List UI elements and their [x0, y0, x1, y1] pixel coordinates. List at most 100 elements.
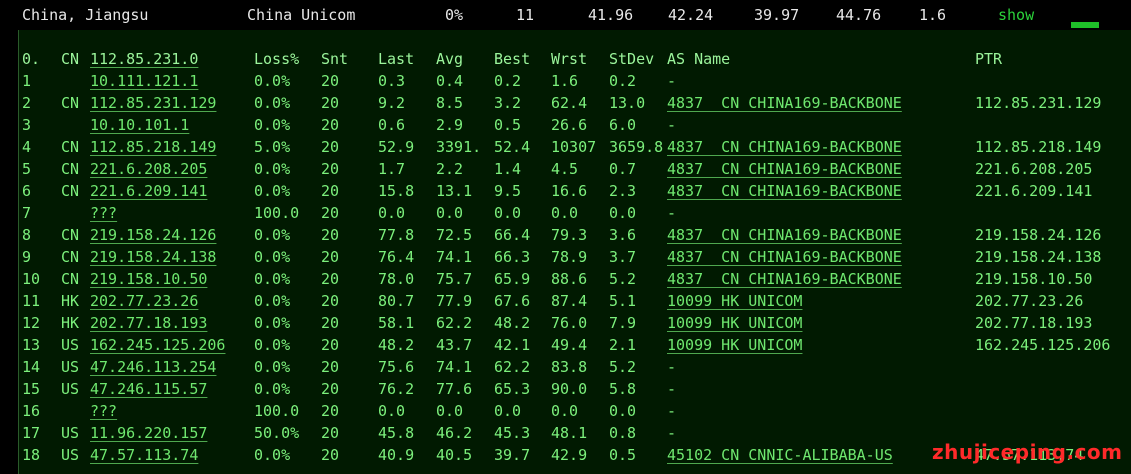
hop-as[interactable]: 4837 CN CHINA169-BACKBONE [667, 270, 902, 288]
hop-snt: 20 [321, 204, 340, 222]
hop-stdev: 5.2 [609, 270, 637, 288]
hop-host[interactable]: 221.6.209.141 [90, 182, 207, 200]
hop-best: 0.5 [494, 116, 522, 134]
hop-best: 39.7 [494, 446, 531, 464]
hop-host[interactable]: 112.85.218.149 [90, 138, 216, 156]
table-row: 12 HK 202.77.18.193 0.0% 20 58.1 62.2 48.2 76.0 7… [19, 312, 1131, 334]
hop-avg: 74.1 [436, 358, 473, 376]
hop-idx: 12 [22, 314, 41, 332]
hop-host[interactable]: 219.158.24.126 [90, 226, 216, 244]
hop-snt: 20 [321, 292, 340, 310]
hop-snt: 20 [321, 424, 340, 442]
hop-host[interactable]: 202.77.18.193 [90, 314, 207, 332]
hop-idx: 16 [22, 402, 41, 420]
hop-host[interactable]: 10.111.121.1 [90, 72, 198, 90]
hop-ptr: 162.245.125.206 [975, 336, 1111, 354]
hop-as[interactable]: 45102 CN CNNIC-ALIBABA-US [667, 446, 893, 464]
hop-loss: 0.0% [254, 226, 291, 244]
hop-avg: 0.0 [436, 402, 464, 420]
hop-as[interactable]: 4837 CN CHINA169-BACKBONE [667, 182, 902, 200]
hop-ptr: 202.77.18.193 [975, 314, 1093, 332]
hop-as[interactable]: 4837 CN CHINA169-BACKBONE [667, 226, 902, 244]
hop-wrst: 62.4 [551, 94, 588, 112]
hop-loss: 0.0% [254, 292, 291, 310]
header-ptr: PTR [975, 50, 1003, 68]
hop-ptr: 219.158.24.138 [975, 248, 1102, 266]
hop-host[interactable]: 202.77.23.26 [90, 292, 198, 310]
hop-loss: 0.0% [254, 182, 291, 200]
hop-loss: 0.0% [254, 270, 291, 288]
hop-as[interactable]: 4837 CN CHINA169-BACKBONE [667, 138, 902, 156]
hop-cc: CN [61, 160, 80, 178]
hop-wrst: 10307 [551, 138, 597, 156]
hop-wrst: 26.6 [551, 116, 588, 134]
hop-idx: 9 [22, 248, 32, 266]
hop-wrst: 49.4 [551, 336, 588, 354]
hop-avg: 3391. [436, 138, 482, 156]
hop-stdev: 5.1 [609, 292, 637, 310]
hop-host[interactable]: 11.96.220.157 [90, 424, 207, 442]
hop-as[interactable]: 10099 HK UNICOM [667, 292, 802, 310]
header-host[interactable]: 112.85.231.0 [90, 50, 198, 68]
hop-as[interactable]: 4837 CN CHINA169-BACKBONE [667, 248, 902, 266]
hop-stdev: 5.2 [609, 358, 637, 376]
hop-host[interactable]: 221.6.208.205 [90, 160, 207, 178]
hop-host[interactable]: 47.246.113.254 [90, 358, 216, 376]
hop-stdev: 2.3 [609, 182, 637, 200]
table-row: 13 US 162.245.125.206 0.0% 20 48.2 43.7 42.1 49.… [19, 334, 1131, 356]
header-snt: Snt [321, 50, 349, 68]
hop-as[interactable]: 4837 CN CHINA169-BACKBONE [667, 160, 902, 178]
hop-loss: 0.0% [254, 94, 291, 112]
table-row: 9 CN 219.158.24.138 0.0% 20 76.4 74.1 66.3 78.9 3… [19, 246, 1131, 268]
header-loss: Loss% [254, 50, 300, 68]
hop-best: 0.0 [494, 402, 522, 420]
hop-snt: 20 [321, 380, 340, 398]
hop-ptr: 219.158.10.50 [975, 270, 1093, 288]
hop-cc: US [61, 380, 80, 398]
hop-host[interactable]: 219.158.10.50 [90, 270, 207, 288]
hop-as: - [667, 72, 677, 90]
hop-host[interactable]: 10.10.101.1 [90, 116, 189, 134]
hop-as[interactable]: 10099 HK UNICOM [667, 314, 802, 332]
summary-bar: China, Jiangsu China Unicom 0% 11 41.96 … [0, 0, 1131, 30]
header-as: AS Name [667, 50, 731, 68]
hop-wrst: 87.4 [551, 292, 588, 310]
hop-ptr: 202.77.23.26 [975, 292, 1084, 310]
hop-best: 52.4 [494, 138, 531, 156]
hop-last: 45.8 [378, 424, 415, 442]
hop-ptr: 221.6.208.205 [975, 160, 1093, 178]
hop-avg: 13.1 [436, 182, 473, 200]
hop-host[interactable]: 47.246.115.57 [90, 380, 207, 398]
table-row: 4 CN 112.85.218.149 5.0% 20 52.9 3391. 52.4 1030… [19, 136, 1131, 158]
hop-last: 76.2 [378, 380, 415, 398]
hop-snt: 20 [321, 446, 340, 464]
hop-host[interactable]: 47.57.113.74 [90, 446, 198, 464]
hop-avg: 43.7 [436, 336, 473, 354]
hop-cc: US [61, 336, 80, 354]
hop-last: 40.9 [378, 446, 415, 464]
hop-as: - [667, 116, 677, 134]
hop-last: 0.0 [378, 204, 406, 222]
table-row: 16??? 100.0 20 0.0 0.0 0.0 0.0 0.0 - [19, 400, 1131, 422]
hop-host[interactable]: ??? [90, 402, 117, 420]
hop-host[interactable]: ??? [90, 204, 117, 222]
hop-host[interactable]: 162.245.125.206 [90, 336, 225, 354]
hop-ptr: 221.6.209.141 [975, 182, 1093, 200]
hop-as[interactable]: 10099 HK UNICOM [667, 336, 802, 354]
header-best: Best [494, 50, 531, 68]
hop-host[interactable]: 219.158.24.138 [90, 248, 216, 266]
hop-avg: 62.2 [436, 314, 473, 332]
hop-snt: 20 [321, 336, 340, 354]
hop-avg: 46.2 [436, 424, 473, 442]
hop-as[interactable]: 4837 CN CHINA169-BACKBONE [667, 94, 902, 112]
hop-as: - [667, 204, 677, 222]
hop-stdev: 0.2 [609, 72, 637, 90]
show-toggle[interactable]: show [998, 6, 1034, 24]
hop-loss: 0.0% [254, 446, 291, 464]
hop-wrst: 1.6 [551, 72, 579, 90]
hop-last: 77.8 [378, 226, 415, 244]
hop-idx: 11 [22, 292, 41, 310]
summary-loss: 0% [445, 6, 464, 24]
hop-host[interactable]: 112.85.231.129 [90, 94, 216, 112]
hop-best: 65.9 [494, 270, 531, 288]
